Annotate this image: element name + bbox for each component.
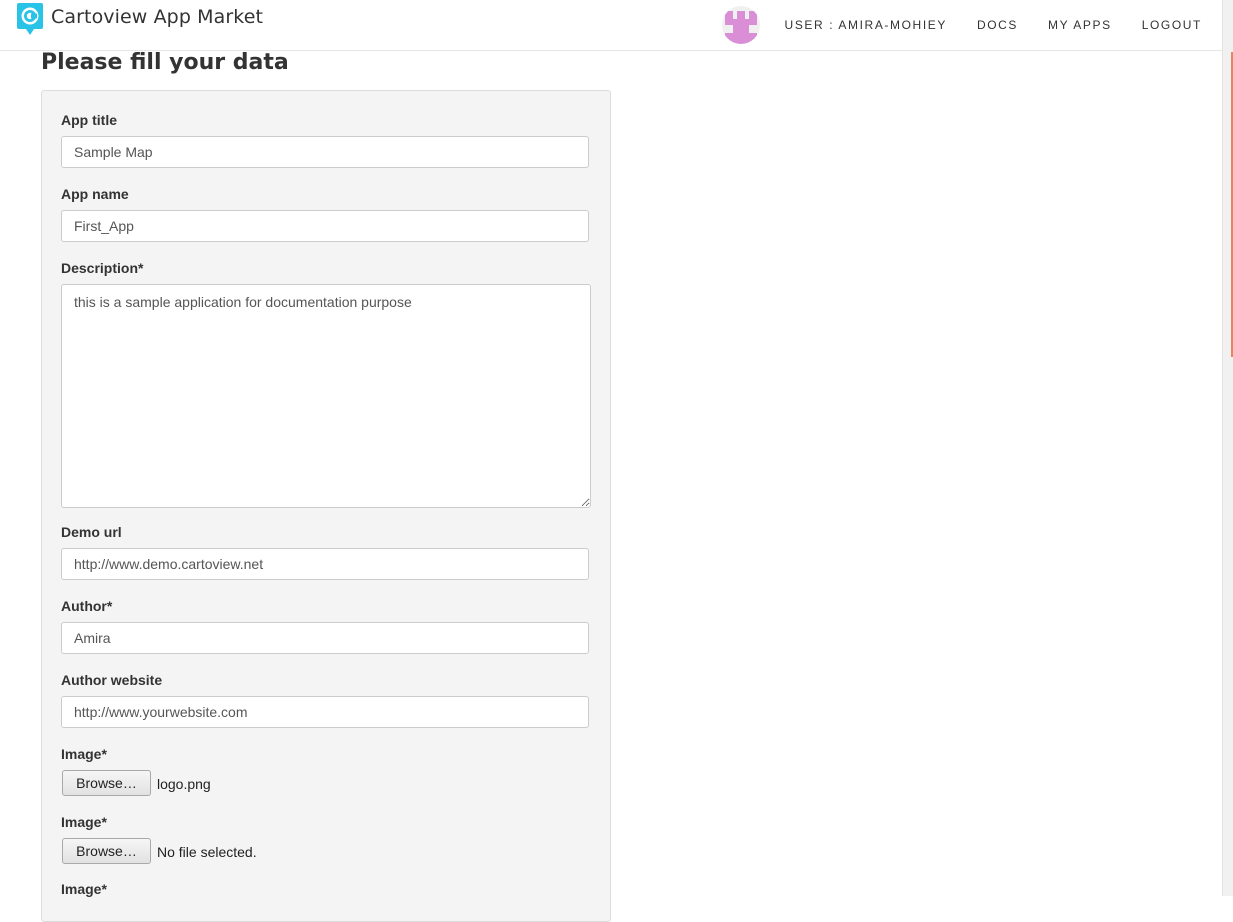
cartoview-logo-icon <box>17 3 43 35</box>
image-2-browse-button[interactable]: Browse… <box>62 838 151 864</box>
image-1-file-name: logo.png <box>157 776 211 792</box>
nav-user[interactable]: USER : AMIRA-MOHIEY <box>785 18 947 32</box>
demo-url-input[interactable] <box>61 548 589 580</box>
description-textarea[interactable]: this is a sample application for documen… <box>61 284 591 508</box>
author-input[interactable] <box>61 622 589 654</box>
app-name-label: App name <box>61 186 129 202</box>
author-website-input[interactable] <box>61 696 589 728</box>
page-title: Please fill your data <box>41 50 289 75</box>
user-avatar[interactable] <box>721 6 760 44</box>
page-scrollbar[interactable] <box>1222 0 1233 896</box>
app-title-label: App title <box>61 112 117 128</box>
author-label: Author* <box>61 598 113 614</box>
top-navbar: Cartoview App Market USER : AMIRA-MOHIEY… <box>0 0 1222 51</box>
app-name-input[interactable] <box>61 210 589 242</box>
image-2-label: Image* <box>61 814 107 830</box>
description-label: Description* <box>61 260 144 276</box>
image-1-browse-button[interactable]: Browse… <box>62 770 151 796</box>
image-1-label: Image* <box>61 746 107 762</box>
demo-url-label: Demo url <box>61 524 122 540</box>
app-title-input[interactable] <box>61 136 589 168</box>
nav-menu: USER : AMIRA-MOHIEY DOCS MY APPS LOGOUT <box>721 0 1202 50</box>
nav-docs[interactable]: DOCS <box>977 18 1018 32</box>
image-3-label: Image* <box>61 881 107 897</box>
nav-my-apps[interactable]: MY APPS <box>1048 18 1112 32</box>
nav-logout[interactable]: LOGOUT <box>1142 18 1202 32</box>
brand[interactable]: Cartoview App Market <box>17 3 263 35</box>
author-website-label: Author website <box>61 672 163 688</box>
brand-title: Cartoview App Market <box>51 6 264 28</box>
image-2-file-name: No file selected. <box>157 844 257 860</box>
app-form-panel: App title App name Description* this is … <box>41 90 611 922</box>
